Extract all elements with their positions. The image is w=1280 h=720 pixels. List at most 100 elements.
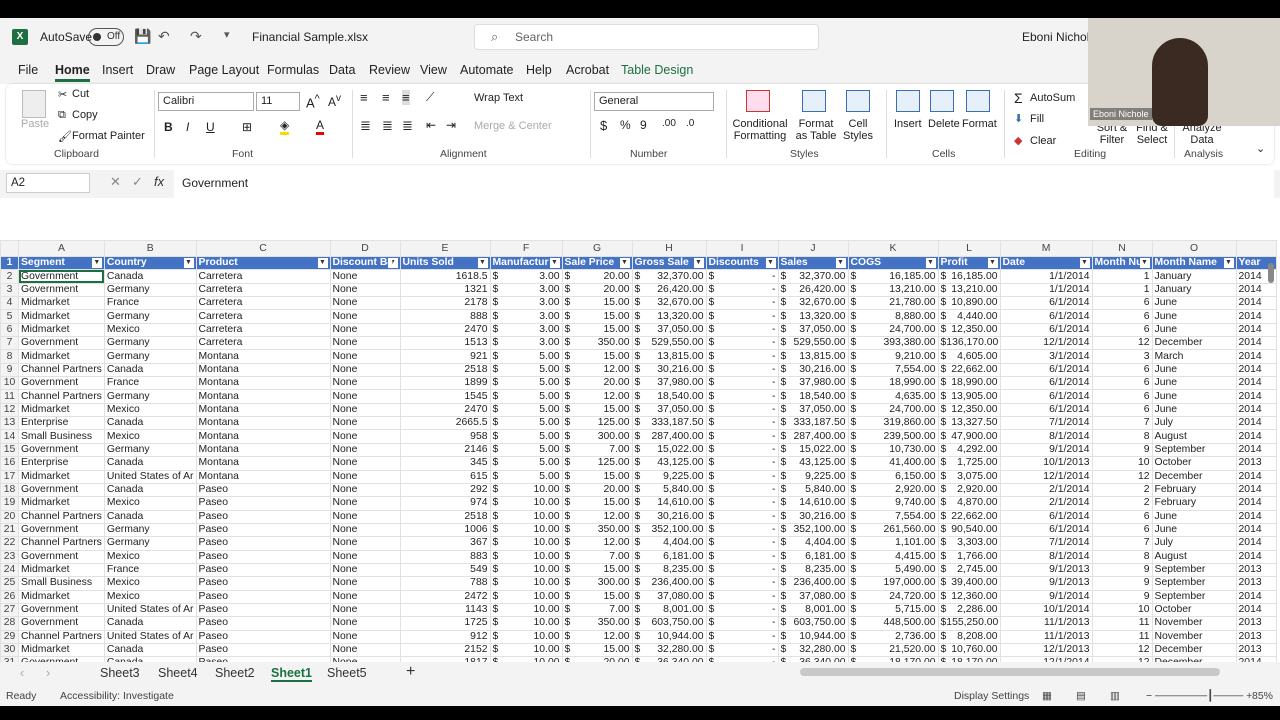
table-cell[interactable]: France [103,376,197,391]
table-cell[interactable]: None [329,362,401,378]
table-cell[interactable]: 2/1/2014 [999,496,1093,511]
table-cell[interactable]: Montana [195,376,331,391]
table-cell[interactable]: $10.00 [489,496,563,511]
table-cell[interactable]: 1513 [399,336,491,351]
table-cell[interactable]: June [1151,376,1237,391]
tab-review[interactable]: Review [369,63,410,77]
table-cell[interactable]: 12 [1091,642,1153,658]
table-cell[interactable]: $12.00 [561,389,633,404]
table-cell[interactable]: $352,100.00 [777,522,849,538]
table-cell[interactable]: $3.00 [489,269,563,284]
zoom-level[interactable]: 85% [1252,690,1273,702]
table-cell[interactable]: $- [705,536,779,551]
row-header[interactable]: 29 [0,629,19,644]
filter-dropdown-icon[interactable]: ▼ [1079,258,1090,269]
column-header[interactable]: G [561,240,633,257]
table-cell[interactable]: $15.00 [561,469,633,484]
table-cell[interactable]: Montana [195,469,331,484]
table-cell[interactable]: 8/1/2014 [999,549,1093,564]
table-cell[interactable]: None [329,469,401,484]
table-cell[interactable]: $32,370.00 [631,269,707,284]
table-cell[interactable]: 888 [399,309,491,324]
table-cell[interactable]: January [1151,282,1237,298]
format-painter-button[interactable]: Format Painter [72,130,145,142]
table-cell[interactable]: $26,420.00 [631,282,707,298]
table-cell[interactable]: October [1151,456,1237,471]
table-cell[interactable]: Government [18,482,105,498]
table-cell[interactable]: $- [705,589,779,604]
table-cell[interactable]: 6 [1091,376,1153,391]
table-cell[interactable]: $300.00 [561,429,633,444]
table-cell[interactable]: 6/1/2014 [999,362,1093,378]
row-header[interactable]: 23 [0,549,19,564]
row-header[interactable]: 18 [0,482,19,498]
table-cell[interactable]: 1 [1091,282,1153,298]
table-cell[interactable]: 1618.5 [399,269,491,284]
table-cell[interactable]: Carretera [195,336,331,351]
table-cell[interactable]: Government [18,616,105,631]
table-cell[interactable]: $32,670.00 [631,296,707,311]
table-cell[interactable]: 2014 [1235,429,1277,444]
table-cell[interactable]: $7,554.00 [847,509,939,524]
table-cell[interactable]: $22,662.00 [937,362,1001,378]
borders-icon[interactable]: ⊞ [242,120,252,134]
table-cell[interactable]: $16,185.00 [847,269,939,284]
fill-icon[interactable]: ⬇ [1014,112,1023,125]
table-cell[interactable]: $10,890.00 [937,296,1001,311]
row-header[interactable]: 3 [0,282,19,298]
table-cell[interactable]: November [1151,629,1237,644]
table-cell[interactable]: Montana [195,349,331,364]
worksheet-grid[interactable]: A B C D E F G H I J K L M N O 1 ▼ Segment ▼ Country ▼ Product… [0,240,1280,680]
horizontal-scrollbar[interactable] [800,668,1220,676]
table-cell[interactable]: Canada [103,509,197,524]
format-cells-icon[interactable] [966,90,990,112]
table-cell[interactable]: $14,610.00 [631,496,707,511]
table-cell[interactable]: $16,185.00 [937,269,1001,284]
table-cell[interactable]: $287,400.00 [777,429,849,444]
italic-button[interactable]: I [186,120,189,134]
table-cell[interactable]: December [1151,336,1237,351]
table-cell[interactable]: $393,380.00 [847,336,939,351]
table-cell[interactable]: 1321 [399,282,491,298]
column-header[interactable] [1235,240,1277,257]
table-cell[interactable]: June [1151,322,1237,338]
table-cell[interactable]: $5,715.00 [847,602,939,618]
table-cell[interactable]: Paseo [195,522,331,538]
table-cell[interactable]: $2,920.00 [847,482,939,498]
table-cell[interactable]: Mexico [103,429,197,444]
table-cell[interactable]: $- [705,402,779,418]
table-cell[interactable]: $41,400.00 [847,456,939,471]
table-cell[interactable]: $350.00 [561,522,633,538]
table-cell[interactable]: $12.00 [561,536,633,551]
table-header-cell[interactable]: ▼ Units Sold [399,255,491,271]
table-cell[interactable]: $529,550.00 [777,336,849,351]
table-cell[interactable]: August [1151,429,1237,444]
table-cell[interactable]: Government [18,269,105,284]
table-cell[interactable]: July [1151,536,1237,551]
column-header[interactable]: F [489,240,563,257]
table-cell[interactable]: $20.00 [561,269,633,284]
table-cell[interactable]: $37,980.00 [631,376,707,391]
table-cell[interactable]: $2,920.00 [937,482,1001,498]
table-cell[interactable]: $30,216.00 [777,509,849,524]
table-cell[interactable]: 8 [1091,549,1153,564]
table-header-cell[interactable]: ▼ Date [999,255,1093,271]
table-header-cell[interactable]: ▼ Month Name [1151,255,1237,271]
table-cell[interactable]: $4,440.00 [937,309,1001,324]
table-cell[interactable]: 2178 [399,296,491,311]
table-cell[interactable]: 9 [1091,576,1153,591]
row-header[interactable]: 30 [0,642,19,658]
table-cell[interactable]: $10.00 [489,509,563,524]
sheet-tab-active[interactable]: Sheet1 [271,666,312,682]
insert-cells-button[interactable]: Insert [894,118,922,130]
table-header-cell[interactable]: ▼ Month Nu [1091,255,1153,271]
table-cell[interactable]: $12.00 [561,629,633,644]
table-cell[interactable]: United States of Ar [103,629,197,644]
table-cell[interactable]: None [329,589,401,604]
table-cell[interactable]: $10.00 [489,602,563,618]
table-cell[interactable]: $5.00 [489,429,563,444]
underline-button[interactable]: U [206,120,215,134]
table-cell[interactable]: Paseo [195,616,331,631]
table-cell[interactable]: $529,550.00 [631,336,707,351]
row-header[interactable]: 15 [0,442,19,458]
